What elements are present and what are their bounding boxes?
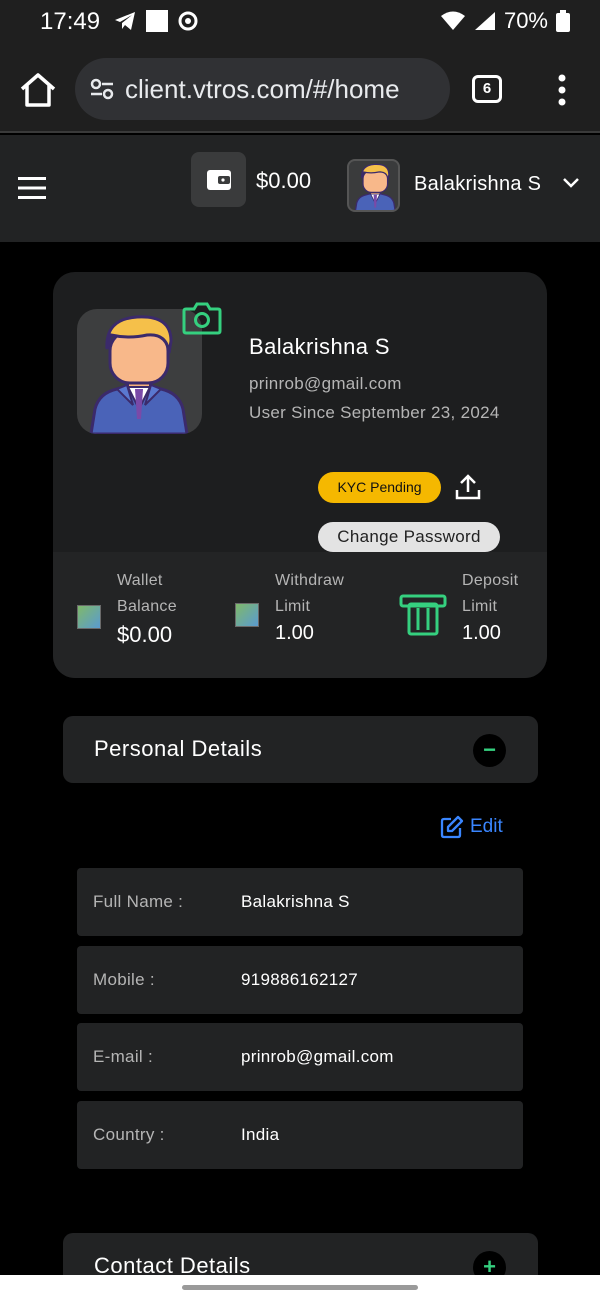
stat-value: $0.00	[117, 622, 173, 647]
chevron-down-icon[interactable]	[562, 177, 580, 189]
detail-value: Balakrishna S	[241, 892, 350, 911]
profile-stats: Wallet Balance $0.00 Withdraw Limit 1.00…	[53, 552, 547, 678]
collapse-toggle-button[interactable]: −	[473, 734, 506, 767]
detail-row-country: Country : India	[77, 1101, 523, 1169]
change-password-button[interactable]: Change Password	[318, 522, 500, 552]
atm-card-icon	[399, 594, 447, 636]
detail-label: Country :	[93, 1125, 165, 1144]
telegram-icon	[115, 12, 135, 30]
personal-details-header[interactable]: Personal Details −	[63, 716, 538, 783]
browser-toolbar: client.vtros.com/#/home 6	[0, 44, 600, 133]
home-icon[interactable]	[18, 72, 58, 108]
detail-row-mobile: Mobile : 919886162127	[77, 946, 523, 1014]
detail-row-full-name: Full Name : Balakrishna S	[77, 868, 523, 936]
edit-icon	[440, 815, 464, 839]
url-text[interactable]: client.vtros.com/#/home	[125, 74, 400, 105]
battery-icon	[556, 10, 570, 32]
address-bar[interactable]: client.vtros.com/#/home	[75, 58, 450, 120]
header-username[interactable]: Balakrishna S	[414, 173, 541, 196]
edit-personal-details-link[interactable]: Edit	[440, 815, 503, 839]
detail-value: 919886162127	[241, 970, 359, 989]
detail-value: prinrob@gmail.com	[241, 1047, 394, 1066]
site-settings-icon[interactable]	[89, 76, 115, 102]
square-icon	[146, 10, 168, 32]
personal-details-title: Personal Details	[94, 736, 263, 761]
kyc-status-badge: KYC Pending	[318, 472, 441, 503]
profile-name: Balakrishna S	[249, 334, 390, 359]
profile-user-since: User Since September 23, 2024	[249, 403, 500, 422]
header-balance: $0.00	[256, 168, 312, 193]
signal-icon	[474, 12, 495, 30]
user-avatar-illustration	[354, 163, 396, 210]
battery-percent: 70%	[503, 8, 548, 33]
detail-value: India	[241, 1125, 280, 1144]
stat-value: 1.00	[462, 622, 501, 644]
wifi-icon	[440, 11, 465, 30]
gesture-handle[interactable]	[182, 1285, 418, 1290]
withdraw-limit-broken-image-icon	[235, 603, 259, 627]
browser-menu-icon[interactable]	[556, 74, 568, 106]
gesture-navigation-bar	[0, 1275, 600, 1300]
detail-label: Full Name :	[93, 892, 184, 911]
detail-label: E-mail :	[93, 1047, 154, 1066]
wallet-balance-broken-image-icon	[77, 605, 101, 629]
profile-email: prinrob@gmail.com	[249, 374, 402, 393]
profile-card: Balakrishna S prinrob@gmail.com User Sin…	[53, 272, 547, 678]
edit-label: Edit	[470, 816, 503, 837]
wallet-button[interactable]	[191, 152, 246, 207]
app-header: $0.00 Balakrishna S	[0, 135, 600, 242]
status-system-icons: 70%	[440, 8, 570, 34]
status-notification-icons	[114, 10, 198, 32]
upload-icon[interactable]	[455, 474, 481, 500]
stat-value: 1.00	[275, 622, 314, 644]
stat-label: Withdraw Limit	[275, 572, 345, 615]
wallet-icon	[206, 169, 231, 190]
detail-row-email: E-mail : prinrob@gmail.com	[77, 1023, 523, 1091]
status-time: 17:49	[40, 8, 101, 35]
hamburger-menu-icon[interactable]	[18, 177, 46, 199]
stat-label: Wallet Balance	[117, 572, 177, 615]
stat-label: Deposit Limit	[462, 572, 519, 615]
header-avatar[interactable]	[347, 159, 400, 212]
status-bar: 17:49 70%	[0, 0, 600, 44]
camera-icon[interactable]	[182, 301, 222, 335]
detail-label: Mobile :	[93, 970, 155, 989]
chrome-icon	[178, 11, 198, 31]
tab-switcher-button[interactable]: 6	[472, 75, 502, 103]
